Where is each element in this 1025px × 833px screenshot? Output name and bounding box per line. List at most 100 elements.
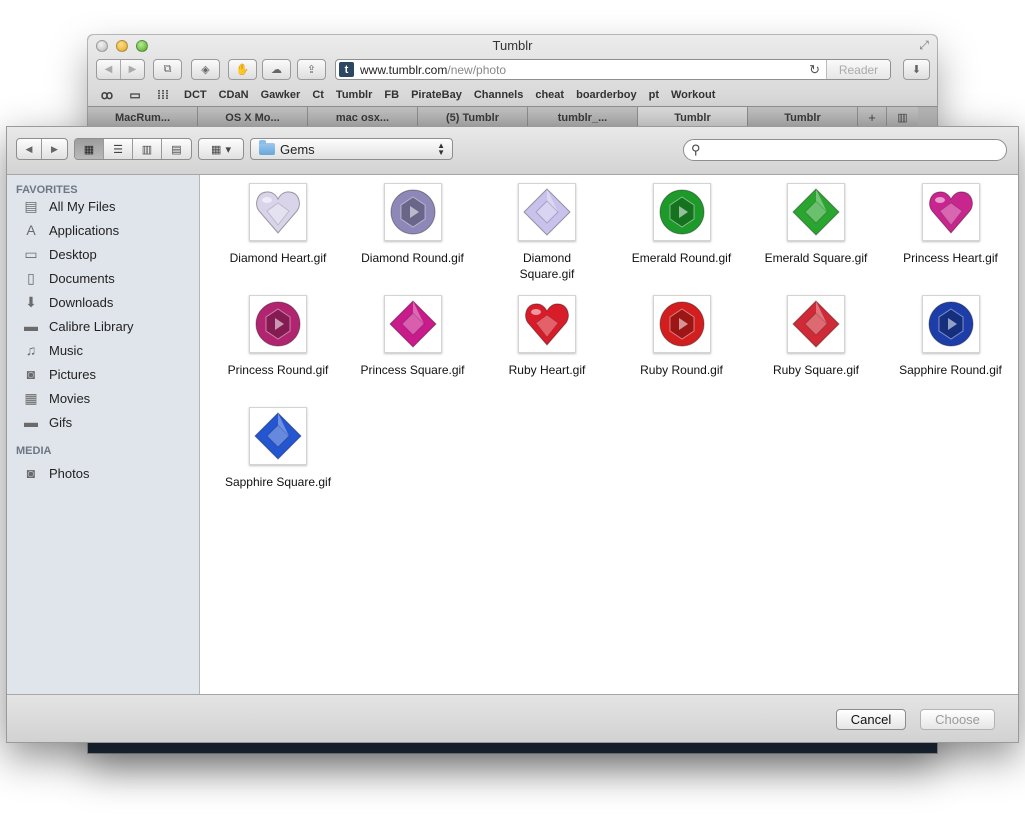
sidebar-item-movies[interactable]: ▦ Movies: [22, 388, 90, 408]
file-name: Sapphire Round.gif: [899, 363, 1002, 377]
gem-round-icon: [921, 295, 980, 353]
file-item[interactable]: Sapphire Round.gif: [884, 295, 1018, 378]
browser-tab[interactable]: (5) Tumblr: [418, 107, 528, 128]
file-item[interactable]: Emerald Round.gif: [615, 183, 749, 266]
bookmarks-book-icon[interactable]: ▭: [126, 88, 144, 102]
sidebar-item-documents[interactable]: ▯ Documents: [22, 268, 115, 288]
sidebar-item-desktop[interactable]: ▭ Desktop: [22, 244, 97, 264]
search-input[interactable]: [704, 143, 995, 157]
hand-button[interactable]: ✋: [228, 59, 257, 80]
bookmark-item[interactable]: FB: [384, 89, 399, 101]
choose-button[interactable]: Choose: [920, 709, 995, 730]
bookmark-item[interactable]: Gawker: [261, 89, 301, 101]
file-item[interactable]: Diamond Square.gif: [480, 183, 614, 282]
file-name: Diamond Heart.gif: [229, 251, 327, 265]
search-field[interactable]: ⚲: [683, 139, 1007, 161]
reading-list-icon[interactable]: ꝏ: [98, 88, 116, 102]
location-popup[interactable]: Gems ▲ ▼: [250, 138, 453, 160]
downloads-button[interactable]: ⬇: [903, 59, 930, 80]
cover-flow-button[interactable]: ▤: [162, 139, 191, 159]
applications-icon: A: [26, 222, 36, 238]
bookmark-item[interactable]: boarderboy: [576, 89, 637, 101]
cancel-button[interactable]: Cancel: [836, 709, 906, 730]
chevron-down-icon: ▾: [225, 143, 231, 156]
file-item[interactable]: Diamond Round.gif: [346, 183, 480, 266]
file-item[interactable]: Diamond Heart.gif: [211, 183, 345, 266]
browser-tab[interactable]: mac osx...: [308, 107, 418, 128]
bookmark-item[interactable]: CDaN: [219, 89, 249, 101]
top-sites-grid-icon[interactable]: ⁞⁞⁞: [154, 88, 172, 102]
browser-tab[interactable]: Tumblr: [748, 107, 858, 128]
icon-grid-icon: ▦: [83, 143, 95, 156]
tab-bar: MacRum... OS X Mo... mac osx... (5) Tumb…: [88, 106, 937, 128]
film-icon: ▦: [24, 389, 38, 406]
new-tab-icon[interactable]: +: [858, 107, 887, 128]
url-host: www.tumblr.com: [360, 62, 448, 77]
sidebar-item-label: Calibre Library: [49, 318, 134, 334]
url-path: /new/photo: [447, 62, 507, 77]
bookmark-item[interactable]: Channels: [474, 89, 524, 101]
browser-tab[interactable]: OS X Mo...: [198, 107, 308, 128]
file-item[interactable]: Princess Heart.gif: [884, 183, 1018, 266]
extension-button[interactable]: ◈: [191, 59, 220, 80]
sidebar-item-applications[interactable]: A Applications: [22, 220, 119, 240]
search-icon: ⚲: [691, 142, 701, 157]
file-item[interactable]: Ruby Heart.gif: [480, 295, 614, 378]
camera-icon: ◙: [26, 366, 36, 382]
sidebar-item-label: Pictures: [49, 366, 96, 382]
browser-tab-active[interactable]: Tumblr: [638, 107, 748, 128]
gem-heart-icon: [518, 295, 576, 353]
tab-overview-icon[interactable]: ▥: [887, 107, 918, 128]
address-bar[interactable]: t www.tumblr.com/new/photo ↻ Reader: [335, 59, 891, 80]
icon-view-button[interactable]: ▦: [75, 139, 104, 159]
sidebar-item-label: Desktop: [49, 246, 97, 262]
sidebar-item-calibre-library[interactable]: ▬ Calibre Library: [22, 316, 134, 336]
reader-button[interactable]: Reader: [826, 60, 890, 79]
browser-tab[interactable]: MacRum...: [88, 107, 198, 128]
file-item[interactable]: Sapphire Square.gif: [211, 407, 345, 490]
bookmark-item[interactable]: Tumblr: [336, 89, 372, 101]
list-view-button[interactable]: ☰: [104, 139, 133, 159]
forward-button[interactable]: ▶: [42, 139, 67, 159]
column-view-button[interactable]: ▥: [133, 139, 162, 159]
bookmark-item[interactable]: Ct: [312, 89, 324, 101]
gem-square-icon: [787, 183, 845, 241]
back-button[interactable]: ◀: [17, 139, 43, 159]
extension-icon: ◈: [201, 64, 210, 76]
fullscreen-icon[interactable]: ⤢: [917, 38, 931, 52]
sidebar-item-all-my-files[interactable]: ▤ All My Files: [22, 196, 115, 216]
forward-arrow-icon[interactable]: ▶: [121, 64, 144, 75]
file-name: Emerald Square.gif: [764, 251, 868, 265]
icloud-tabs-button[interactable]: ☁: [262, 59, 291, 80]
file-grid: Diamond Heart.gif Diamond Round.gif Diamon…: [200, 175, 1018, 694]
sidebar-item-photos[interactable]: ◙ Photos: [22, 463, 90, 483]
reload-icon[interactable]: ↻: [809, 62, 820, 78]
arrange-button[interactable]: ▦ ▾: [198, 138, 244, 160]
sidebar-item-gifs[interactable]: ▬ Gifs: [22, 412, 72, 432]
gem-round-icon: [652, 295, 711, 353]
file-item[interactable]: Ruby Square.gif: [749, 295, 883, 378]
file-item[interactable]: Emerald Square.gif: [749, 183, 883, 266]
sidebar-item-label: Downloads: [49, 294, 114, 310]
folder-icon: [259, 140, 275, 155]
back-arrow-icon[interactable]: ◀: [97, 64, 120, 75]
file-name: Princess Square.gif: [360, 363, 465, 377]
bookmark-item[interactable]: pt: [649, 89, 659, 101]
window-title: Tumblr: [492, 38, 533, 53]
history-button[interactable]: ⧉: [153, 59, 182, 80]
browser-tab[interactable]: tumblr_...: [528, 107, 638, 128]
file-item[interactable]: Ruby Round.gif: [615, 295, 749, 378]
back-forward-control[interactable]: ◀ ▶: [96, 59, 145, 80]
bookmark-item[interactable]: cheat: [535, 89, 564, 101]
bookmark-item[interactable]: PirateBay: [411, 89, 462, 101]
bookmark-item[interactable]: Workout: [671, 89, 715, 101]
file-item[interactable]: Princess Round.gif: [211, 295, 345, 378]
sidebar-item-downloads[interactable]: ⬇ Downloads: [22, 292, 113, 312]
sidebar-item-pictures[interactable]: ◙ Pictures: [22, 364, 96, 384]
sidebar-item-music[interactable]: ♫ Music: [22, 340, 83, 360]
bookmark-item[interactable]: DCT: [184, 89, 207, 101]
share-button[interactable]: ⇪: [297, 59, 326, 80]
favorites-heading: FAVORITES: [16, 184, 78, 196]
file-item[interactable]: Princess Square.gif: [346, 295, 480, 378]
file-name: Ruby Round.gif: [640, 363, 723, 377]
